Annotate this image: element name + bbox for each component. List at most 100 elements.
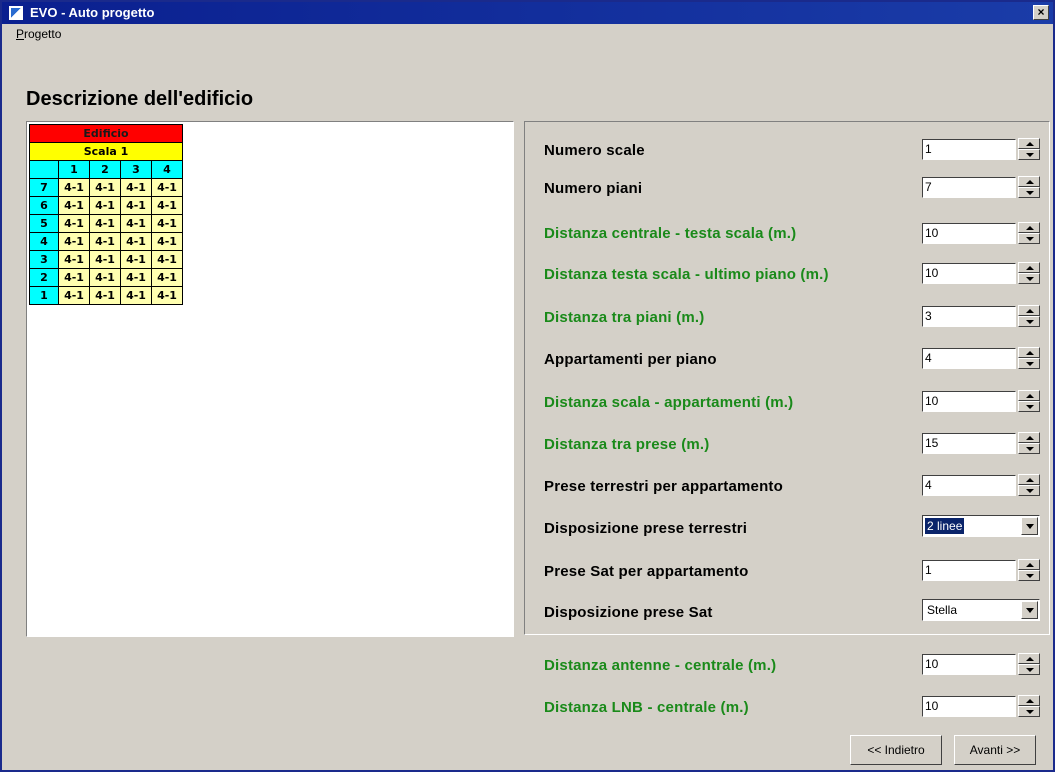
distanza-antenne-spinner[interactable] (1018, 653, 1040, 675)
distanza-centrale-testa-input[interactable]: 10 (922, 223, 1016, 244)
apartment-cell: 4-1 (58, 286, 90, 305)
floor-row: 4 4-1 4-1 4-1 4-1 (29, 232, 183, 251)
apartment-cell: 4-1 (120, 268, 152, 287)
distanza-piani-input[interactable]: 3 (922, 306, 1016, 327)
app-icon (8, 5, 24, 21)
spinner-down-icon[interactable] (1018, 443, 1040, 454)
numero-piani-spinner[interactable] (1018, 176, 1040, 198)
spinner-down-icon[interactable] (1018, 149, 1040, 160)
spinner-up-icon[interactable] (1018, 222, 1040, 233)
spinner-up-icon[interactable] (1018, 474, 1040, 485)
numero-scale-input[interactable]: 1 (922, 139, 1016, 160)
spinner-down-icon[interactable] (1018, 706, 1040, 717)
building-grid: Edificio Scala 1 1 2 3 4 7 4-1 4-1 4-1 4… (29, 124, 183, 305)
stair-label: Scala 1 (29, 142, 183, 161)
disposizione-terrestri-label: Disposizione prese terrestri (544, 520, 748, 537)
appartamenti-input[interactable]: 4 (922, 348, 1016, 369)
chevron-down-icon[interactable] (1021, 601, 1038, 619)
close-button[interactable]: × (1033, 5, 1049, 20)
window-title: EVO - Auto progetto (30, 5, 155, 20)
floor-row: 1 4-1 4-1 4-1 4-1 (29, 286, 183, 305)
spinner-up-icon[interactable] (1018, 262, 1040, 273)
next-button[interactable]: Avanti >> (954, 735, 1036, 765)
apartment-cell: 4-1 (89, 178, 121, 197)
prese-sat-input[interactable]: 1 (922, 560, 1016, 581)
spinner-down-icon[interactable] (1018, 187, 1040, 198)
disposizione-terrestri-value: 2 linee (925, 518, 965, 534)
apartment-cell: 4-1 (89, 214, 121, 233)
prese-sat-label: Prese Sat per appartamento (544, 563, 749, 580)
apartment-cell: 4-1 (120, 286, 152, 305)
spinner-down-icon[interactable] (1018, 570, 1040, 581)
distanza-prese-spinner[interactable] (1018, 432, 1040, 454)
prese-sat-spinner[interactable] (1018, 559, 1040, 581)
column-header: 2 (89, 160, 121, 179)
numero-scale-spinner[interactable] (1018, 138, 1040, 160)
prese-terrestri-input[interactable]: 4 (922, 475, 1016, 496)
floor-row: 3 4-1 4-1 4-1 4-1 (29, 250, 183, 269)
floor-label: 2 (29, 268, 59, 287)
apartment-cell: 4-1 (151, 196, 183, 215)
parameters-panel (524, 121, 1050, 635)
spinner-up-icon[interactable] (1018, 559, 1040, 570)
distanza-piani-spinner[interactable] (1018, 305, 1040, 327)
distanza-prese-input[interactable]: 15 (922, 433, 1016, 454)
page-title: Descrizione dell'edificio (26, 88, 254, 110)
distanza-testa-ultimo-label: Distanza testa scala - ultimo piano (m.) (544, 266, 829, 283)
spinner-up-icon[interactable] (1018, 432, 1040, 443)
grid-corner (29, 160, 59, 179)
apartment-cell: 4-1 (89, 286, 121, 305)
disposizione-terrestri-select[interactable]: 2 linee (922, 515, 1040, 537)
apartment-cell: 4-1 (58, 196, 90, 215)
prese-terrestri-spinner[interactable] (1018, 474, 1040, 496)
spinner-down-icon[interactable] (1018, 485, 1040, 496)
spinner-down-icon[interactable] (1018, 316, 1040, 327)
floor-label: 5 (29, 214, 59, 233)
column-header: 1 (58, 160, 90, 179)
menu-item-progetto[interactable]: Progetto (16, 27, 61, 41)
menu-bar: Progetto (16, 27, 61, 41)
disposizione-sat-value: Stella (927, 603, 958, 617)
appartamenti-spinner[interactable] (1018, 347, 1040, 369)
spinner-down-icon[interactable] (1018, 233, 1040, 244)
distanza-testa-ultimo-input[interactable]: 10 (922, 263, 1016, 284)
app-window: EVO - Auto progetto × Progetto Descrizio… (0, 0, 1055, 772)
spinner-down-icon[interactable] (1018, 358, 1040, 369)
title-bar[interactable]: EVO - Auto progetto × (2, 2, 1053, 24)
column-header: 4 (151, 160, 183, 179)
distanza-antenne-label: Distanza antenne - centrale (m.) (544, 657, 777, 674)
spinner-up-icon[interactable] (1018, 695, 1040, 706)
spinner-up-icon[interactable] (1018, 347, 1040, 358)
spinner-up-icon[interactable] (1018, 305, 1040, 316)
distanza-lnb-input[interactable]: 10 (922, 696, 1016, 717)
spinner-down-icon[interactable] (1018, 401, 1040, 412)
spinner-up-icon[interactable] (1018, 176, 1040, 187)
disposizione-sat-select[interactable]: Stella (922, 599, 1040, 621)
spinner-down-icon[interactable] (1018, 664, 1040, 675)
distanza-antenne-input[interactable]: 10 (922, 654, 1016, 675)
apartment-cell: 4-1 (89, 268, 121, 287)
distanza-scala-appartamenti-label: Distanza scala - appartamenti (m.) (544, 394, 794, 411)
distanza-scala-appartamenti-spinner[interactable] (1018, 390, 1040, 412)
chevron-down-icon[interactable] (1021, 517, 1038, 535)
floor-row: 2 4-1 4-1 4-1 4-1 (29, 268, 183, 287)
apartment-cell: 4-1 (58, 178, 90, 197)
spinner-up-icon[interactable] (1018, 653, 1040, 664)
apartment-cell: 4-1 (151, 250, 183, 269)
distanza-centrale-testa-spinner[interactable] (1018, 222, 1040, 244)
distanza-centrale-testa-label: Distanza centrale - testa scala (m.) (544, 225, 797, 242)
numero-piani-input[interactable]: 7 (922, 177, 1016, 198)
spinner-down-icon[interactable] (1018, 273, 1040, 284)
apartment-cell: 4-1 (151, 178, 183, 197)
spinner-up-icon[interactable] (1018, 390, 1040, 401)
apartment-cell: 4-1 (58, 214, 90, 233)
apartment-cell: 4-1 (58, 232, 90, 251)
floor-label: 6 (29, 196, 59, 215)
numero-scale-label: Numero scale (544, 142, 645, 159)
back-button[interactable]: << Indietro (850, 735, 942, 765)
distanza-scala-appartamenti-input[interactable]: 10 (922, 391, 1016, 412)
spinner-up-icon[interactable] (1018, 138, 1040, 149)
floor-label: 4 (29, 232, 59, 251)
distanza-testa-ultimo-spinner[interactable] (1018, 262, 1040, 284)
distanza-lnb-spinner[interactable] (1018, 695, 1040, 717)
